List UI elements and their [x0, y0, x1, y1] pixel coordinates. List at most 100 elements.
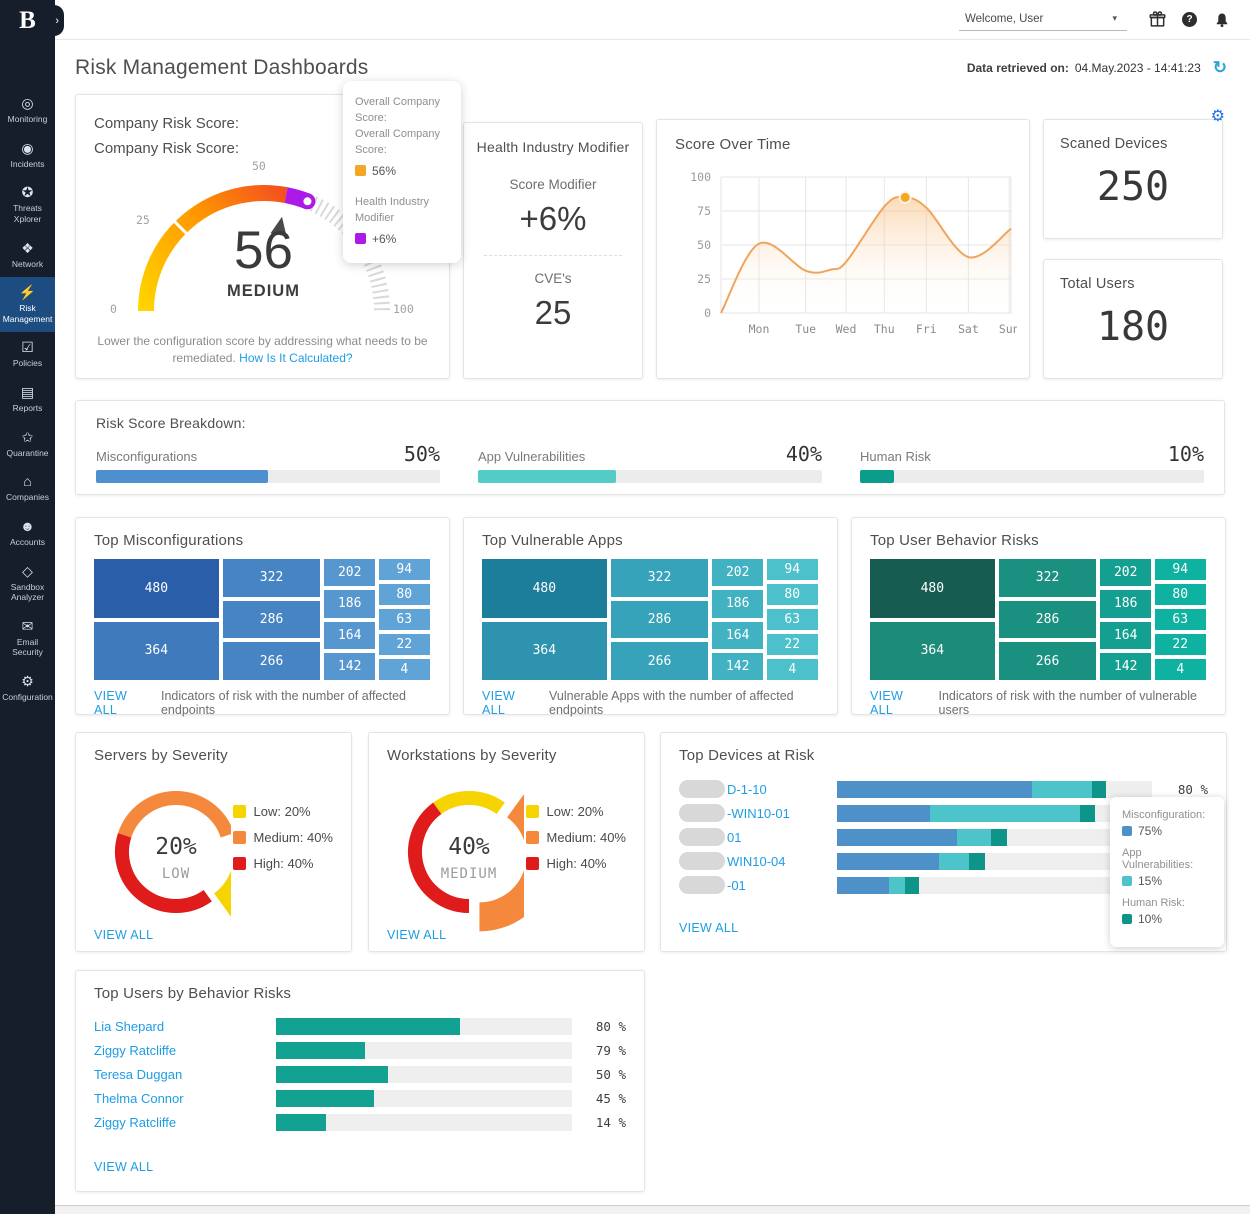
cube-icon: ◇ [1, 563, 54, 580]
sidebar-item-threats-xplorer[interactable]: ✪Threats Xplorer [0, 177, 55, 232]
treemap-cell[interactable]: 480 [870, 559, 995, 618]
treemap-cell[interactable]: 22 [767, 634, 818, 655]
treemap-view-all-link[interactable]: VIEW ALL [482, 689, 535, 717]
sidebar-item-incidents[interactable]: ◉Incidents [0, 133, 55, 178]
sidebar-item-network[interactable]: ❖Network [0, 233, 55, 278]
users-view-all-link[interactable]: VIEW ALL [94, 1160, 153, 1174]
donut-center-value: 40% [448, 834, 490, 860]
device-link[interactable]: -WIN10-01 [727, 806, 790, 821]
user-bar-fill [276, 1018, 460, 1035]
treemap-cell[interactable]: 286 [999, 601, 1097, 639]
device-link[interactable]: 01 [727, 830, 741, 845]
donut-slice-exploded[interactable] [479, 794, 523, 931]
treemap-cell[interactable]: 286 [611, 601, 709, 639]
sidebar-collapse-toggle[interactable]: › [42, 5, 64, 36]
donut-slice[interactable] [125, 798, 228, 835]
sidebar-item-companies[interactable]: ⌂Companies [0, 466, 55, 511]
user-menu-dropdown[interactable]: Welcome, User ▾ [959, 9, 1127, 31]
treemap-cell[interactable]: 142 [712, 653, 763, 680]
sidebar-item-monitoring[interactable]: ◎Monitoring [0, 88, 55, 133]
sidebar-item-policies[interactable]: ☑Policies [0, 332, 55, 377]
treemap-cell[interactable]: 266 [999, 642, 1097, 680]
treemap-cell[interactable]: 186 [324, 590, 375, 617]
donut-slice-exploded[interactable] [214, 832, 230, 917]
treemap-cell[interactable]: 480 [94, 559, 219, 618]
sidebar-item-quarantine[interactable]: ✩Quarantine [0, 422, 55, 467]
treemap-view-all-link[interactable]: VIEW ALL [870, 689, 925, 717]
breakdown-head: Misconfigurations50% [96, 442, 440, 466]
workstations-by-severity-card: Workstations by Severity 40%MEDIUM Low: … [368, 732, 645, 952]
treemap-cell[interactable]: 322 [223, 559, 321, 597]
sidebar-item-configuration[interactable]: ⚙Configuration [0, 666, 55, 711]
sidebar-item-email-security[interactable]: ✉Email Security [0, 611, 55, 666]
treemap-cell[interactable]: 94 [767, 559, 818, 580]
treemap-cell[interactable]: 286 [223, 601, 321, 639]
treemap-cell[interactable]: 480 [482, 559, 607, 618]
treemap-cell[interactable]: 142 [1100, 653, 1151, 680]
treemap-cell[interactable]: 4 [379, 659, 430, 680]
breakdown-bar-fill [860, 470, 894, 483]
refresh-icon[interactable]: ↻ [1213, 58, 1227, 78]
treemap-view-all-link[interactable]: VIEW ALL [94, 689, 147, 717]
treemap-cell[interactable]: 202 [1100, 559, 1151, 586]
treemap-cell[interactable]: 94 [1155, 559, 1206, 580]
treemap-cell[interactable]: 142 [324, 653, 375, 680]
treemap-cell[interactable]: 364 [482, 622, 607, 681]
y-tick-label: 0 [704, 306, 711, 320]
gift-icon[interactable] [1149, 11, 1166, 28]
treemap-cell[interactable]: 364 [94, 622, 219, 681]
user-link[interactable]: Thelma Connor [94, 1091, 276, 1106]
tooltip-line3: Health Industry Modifier [355, 195, 449, 227]
user-link[interactable]: Teresa Duggan [94, 1067, 276, 1082]
treemap-cell[interactable]: 80 [379, 584, 430, 605]
legend-item: Low: 20% [233, 804, 333, 819]
user-bar-track [276, 1042, 572, 1059]
treemap-cell[interactable]: 322 [611, 559, 709, 597]
treemap-cell[interactable]: 164 [1100, 622, 1151, 649]
treemap-cell[interactable]: 164 [712, 622, 763, 649]
sidebar-item-risk-management[interactable]: ⚡Risk Management [0, 277, 55, 332]
sidebar-item-reports[interactable]: ▤Reports [0, 377, 55, 422]
bell-icon[interactable] [1213, 11, 1230, 28]
user-percent-label: 80 % [572, 1019, 626, 1034]
treemap-cell[interactable]: 266 [611, 642, 709, 680]
sidebar-item-accounts[interactable]: ☻Accounts [0, 511, 55, 556]
tooltip-line1: Overall Company Score: [355, 95, 449, 127]
treemap-cell[interactable]: 322 [999, 559, 1097, 597]
treemap-cell[interactable]: 80 [1155, 584, 1206, 605]
device-link[interactable]: -01 [727, 878, 746, 893]
breakdown-head: Human Risk10% [860, 442, 1204, 466]
treemap-column: 202 186 164 142 [1100, 559, 1151, 680]
horizontal-scrollbar-track[interactable] [55, 1205, 1250, 1214]
dashboard-settings-gear-icon[interactable]: ⚙ [1211, 106, 1225, 126]
legend-text: Medium: 40% [254, 830, 333, 845]
treemap-cell[interactable]: 164 [324, 622, 375, 649]
treemap-cell[interactable]: 22 [379, 634, 430, 655]
treemap-cell[interactable]: 94 [379, 559, 430, 580]
treemap-cell[interactable]: 186 [712, 590, 763, 617]
help-icon[interactable]: ? [1181, 11, 1198, 28]
sidebar-item-sandbox-analyzer[interactable]: ◇Sandbox Analyzer [0, 556, 55, 611]
treemap-cell[interactable]: 364 [870, 622, 995, 681]
device-link[interactable]: D-1-10 [727, 782, 767, 797]
treemap-cell[interactable]: 186 [1100, 590, 1151, 617]
treemap-cell[interactable]: 63 [379, 609, 430, 630]
treemap-cell[interactable]: 4 [1155, 659, 1206, 680]
how-calculated-link[interactable]: How Is It Calculated? [239, 351, 352, 365]
devices-view-all-link[interactable]: VIEW ALL [679, 921, 738, 935]
treemap-cell[interactable]: 266 [223, 642, 321, 680]
device-link[interactable]: WIN10-04 [727, 854, 786, 869]
treemap-cell[interactable]: 63 [767, 609, 818, 630]
treemap-cell[interactable]: 202 [712, 559, 763, 586]
treemap-cell[interactable]: 4 [767, 659, 818, 680]
treemap-cell[interactable]: 80 [767, 584, 818, 605]
user-link[interactable]: Ziggy Ratcliffe [94, 1043, 276, 1058]
treemap-cell[interactable]: 22 [1155, 634, 1206, 655]
user-link[interactable]: Ziggy Ratcliffe [94, 1115, 276, 1130]
treemap-cell[interactable]: 202 [324, 559, 375, 586]
treemap-cell[interactable]: 63 [1155, 609, 1206, 630]
donut-slice[interactable] [437, 798, 500, 808]
user-link[interactable]: Lia Shepard [94, 1019, 276, 1034]
tooltip-label: App Vulnerabilities: [1122, 847, 1212, 871]
tooltip-label: Misconfiguration: [1122, 809, 1212, 821]
